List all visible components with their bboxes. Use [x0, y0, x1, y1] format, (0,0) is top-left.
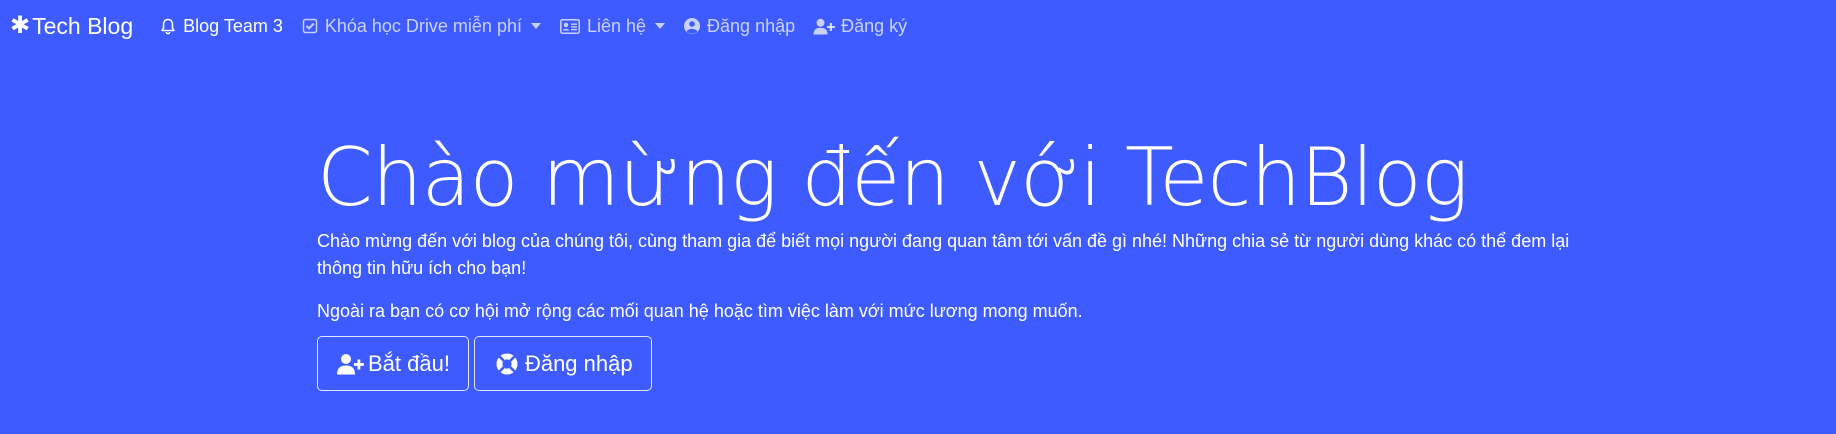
login-button[interactable]: Đăng nhập	[473, 336, 652, 391]
nav-item-dang-nhap[interactable]: Đăng nhập	[683, 16, 795, 37]
nav-item-label: Liên hệ	[586, 15, 647, 36]
jumbotron: Chào mừng đến với TechBlog Chào mừng đến…	[317, 131, 1617, 391]
chevron-down-icon	[655, 23, 666, 29]
bell-icon	[159, 17, 177, 35]
user-circle-icon	[683, 17, 701, 35]
nav-item-label: Đăng nhập	[707, 15, 796, 36]
chevron-down-icon	[530, 23, 541, 29]
user-plus-icon	[336, 352, 364, 376]
nav-item-label: Đăng ký	[841, 15, 908, 36]
start-button[interactable]: Bắt đầu!	[317, 336, 469, 391]
nav-item-lien-he[interactable]: Liên hệ	[559, 15, 666, 37]
brand-link[interactable]: ✱ Tech Blog	[10, 13, 133, 40]
top-navbar: ✱ Tech Blog Blog Team 3 Khóa học Drive m…	[0, 0, 1836, 52]
check-square-icon	[301, 17, 319, 35]
hero-subtext: Ngoài ra bạn có cơ hội mở rộng các mối q…	[317, 301, 1083, 321]
nav-item-khoa-hoc-drive[interactable]: Khóa học Drive miễn phí	[301, 16, 541, 37]
user-plus-icon	[813, 17, 836, 35]
nav-item-label: Blog Team 3	[183, 15, 283, 36]
nav-item-label: Khóa học Drive miễn phí	[324, 15, 522, 36]
hero-button-row: Bắt đầu! Đăng nhập	[317, 336, 1617, 391]
nav-item-dang-ky[interactable]: Đăng ký	[813, 16, 907, 37]
start-button-label: Bắt đầu!	[368, 350, 450, 376]
brand-label: Tech Blog	[32, 12, 134, 39]
asterisk-icon: ✱	[10, 12, 31, 39]
nav-item-blog-team-3[interactable]: Blog Team 3	[159, 16, 283, 37]
hero-lead: Chào mừng đến với blog của chúng tôi, cù…	[317, 231, 1570, 278]
life-ring-icon	[493, 352, 521, 376]
login-button-label: Đăng nhập	[524, 350, 633, 376]
hero-title: Chào mừng đến với TechBlog	[317, 131, 1469, 224]
address-card-icon	[559, 17, 581, 35]
